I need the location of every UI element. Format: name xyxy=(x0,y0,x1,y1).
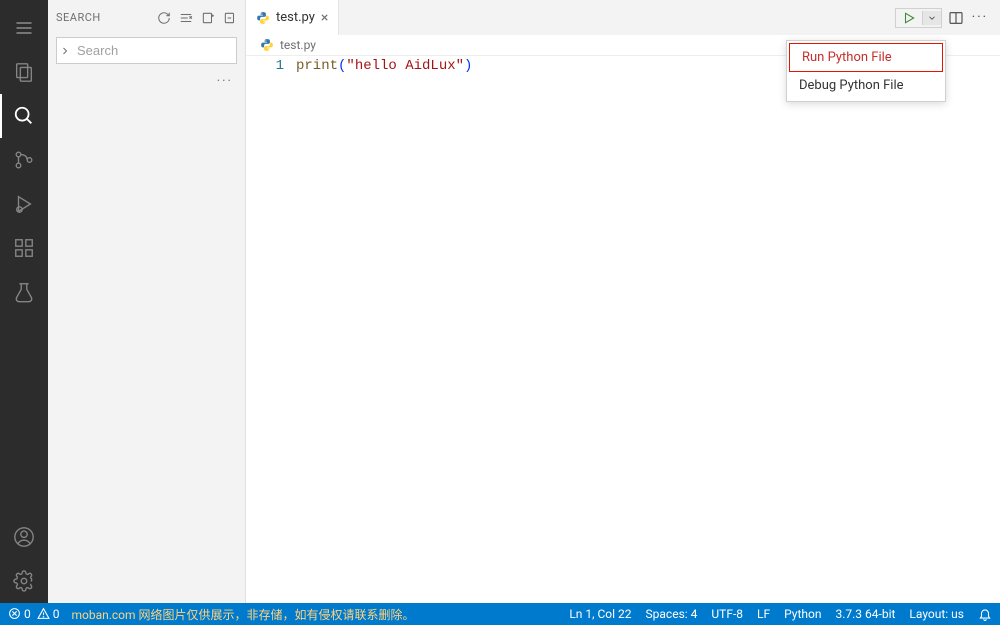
close-icon[interactable]: × xyxy=(321,10,328,26)
python-version[interactable]: 3.7.3 64-bit xyxy=(835,607,895,621)
tab-test-py[interactable]: test.py × xyxy=(246,0,339,35)
eol-status[interactable]: LF xyxy=(757,607,770,621)
run-menu: Run Python File Debug Python File xyxy=(786,40,946,102)
status-bar: 0 0 moban.com 网络图片仅供展示，非存储，如有侵权请联系删除。 Ln… xyxy=(0,603,1000,625)
debug-python-file-item[interactable]: Debug Python File xyxy=(787,72,945,99)
testing-icon[interactable] xyxy=(0,270,48,314)
settings-icon[interactable] xyxy=(0,559,48,603)
bell-icon[interactable] xyxy=(978,607,992,621)
cursor-position[interactable]: Ln 1, Col 22 xyxy=(569,607,631,621)
extensions-icon[interactable] xyxy=(0,226,48,270)
debug-icon[interactable] xyxy=(0,182,48,226)
collapse-icon[interactable] xyxy=(223,11,237,25)
sidebar-title: SEARCH xyxy=(56,11,101,24)
search-input[interactable] xyxy=(73,38,257,63)
search-icon[interactable] xyxy=(0,94,48,138)
source-control-icon[interactable] xyxy=(0,138,48,182)
breadcrumb-file: test.py xyxy=(280,38,316,52)
gutter: 1 xyxy=(246,56,296,603)
search-sidebar: SEARCH Aa ab _* ... xyxy=(48,0,246,603)
menu-icon[interactable] xyxy=(0,6,48,50)
chevron-right-icon[interactable] xyxy=(57,41,73,61)
encoding-status[interactable]: UTF-8 xyxy=(711,607,743,621)
warnings-status[interactable]: 0 xyxy=(37,607,60,621)
search-box[interactable]: Aa ab _* xyxy=(56,37,237,64)
tab-label: test.py xyxy=(276,10,315,25)
run-chevron-icon[interactable] xyxy=(922,11,941,25)
watermark-text: moban.com 网络图片仅供展示，非存储，如有侵权请联系删除。 xyxy=(71,606,414,623)
tabs-row: test.py × ··· Run xyxy=(246,0,1000,35)
code-body[interactable]: 1 print("hello AidLux") xyxy=(246,56,1000,603)
new-search-icon[interactable] xyxy=(201,11,215,25)
toggle-details-icon[interactable]: ... xyxy=(48,66,245,89)
editor-area: test.py × ··· Run xyxy=(246,0,1000,603)
run-button[interactable] xyxy=(896,9,922,27)
explorer-icon[interactable] xyxy=(0,50,48,94)
language-status[interactable]: Python xyxy=(784,607,821,621)
code-line[interactable]: print("hello AidLux") xyxy=(296,56,472,603)
errors-status[interactable]: 0 xyxy=(8,607,31,621)
line-number: 1 xyxy=(246,58,284,74)
python-icon xyxy=(260,38,274,52)
clear-icon[interactable] xyxy=(179,11,193,25)
python-icon xyxy=(256,11,270,25)
run-python-file-item[interactable]: Run Python File xyxy=(789,43,943,72)
refresh-icon[interactable] xyxy=(157,11,171,25)
keyboard-layout[interactable]: Layout: us xyxy=(909,607,964,621)
account-icon[interactable] xyxy=(0,515,48,559)
run-split-button[interactable] xyxy=(895,8,942,28)
indent-status[interactable]: Spaces: 4 xyxy=(646,607,698,621)
more-icon[interactable]: ··· xyxy=(970,8,990,27)
activity-bar xyxy=(0,0,48,603)
split-editor-icon[interactable] xyxy=(946,8,966,28)
